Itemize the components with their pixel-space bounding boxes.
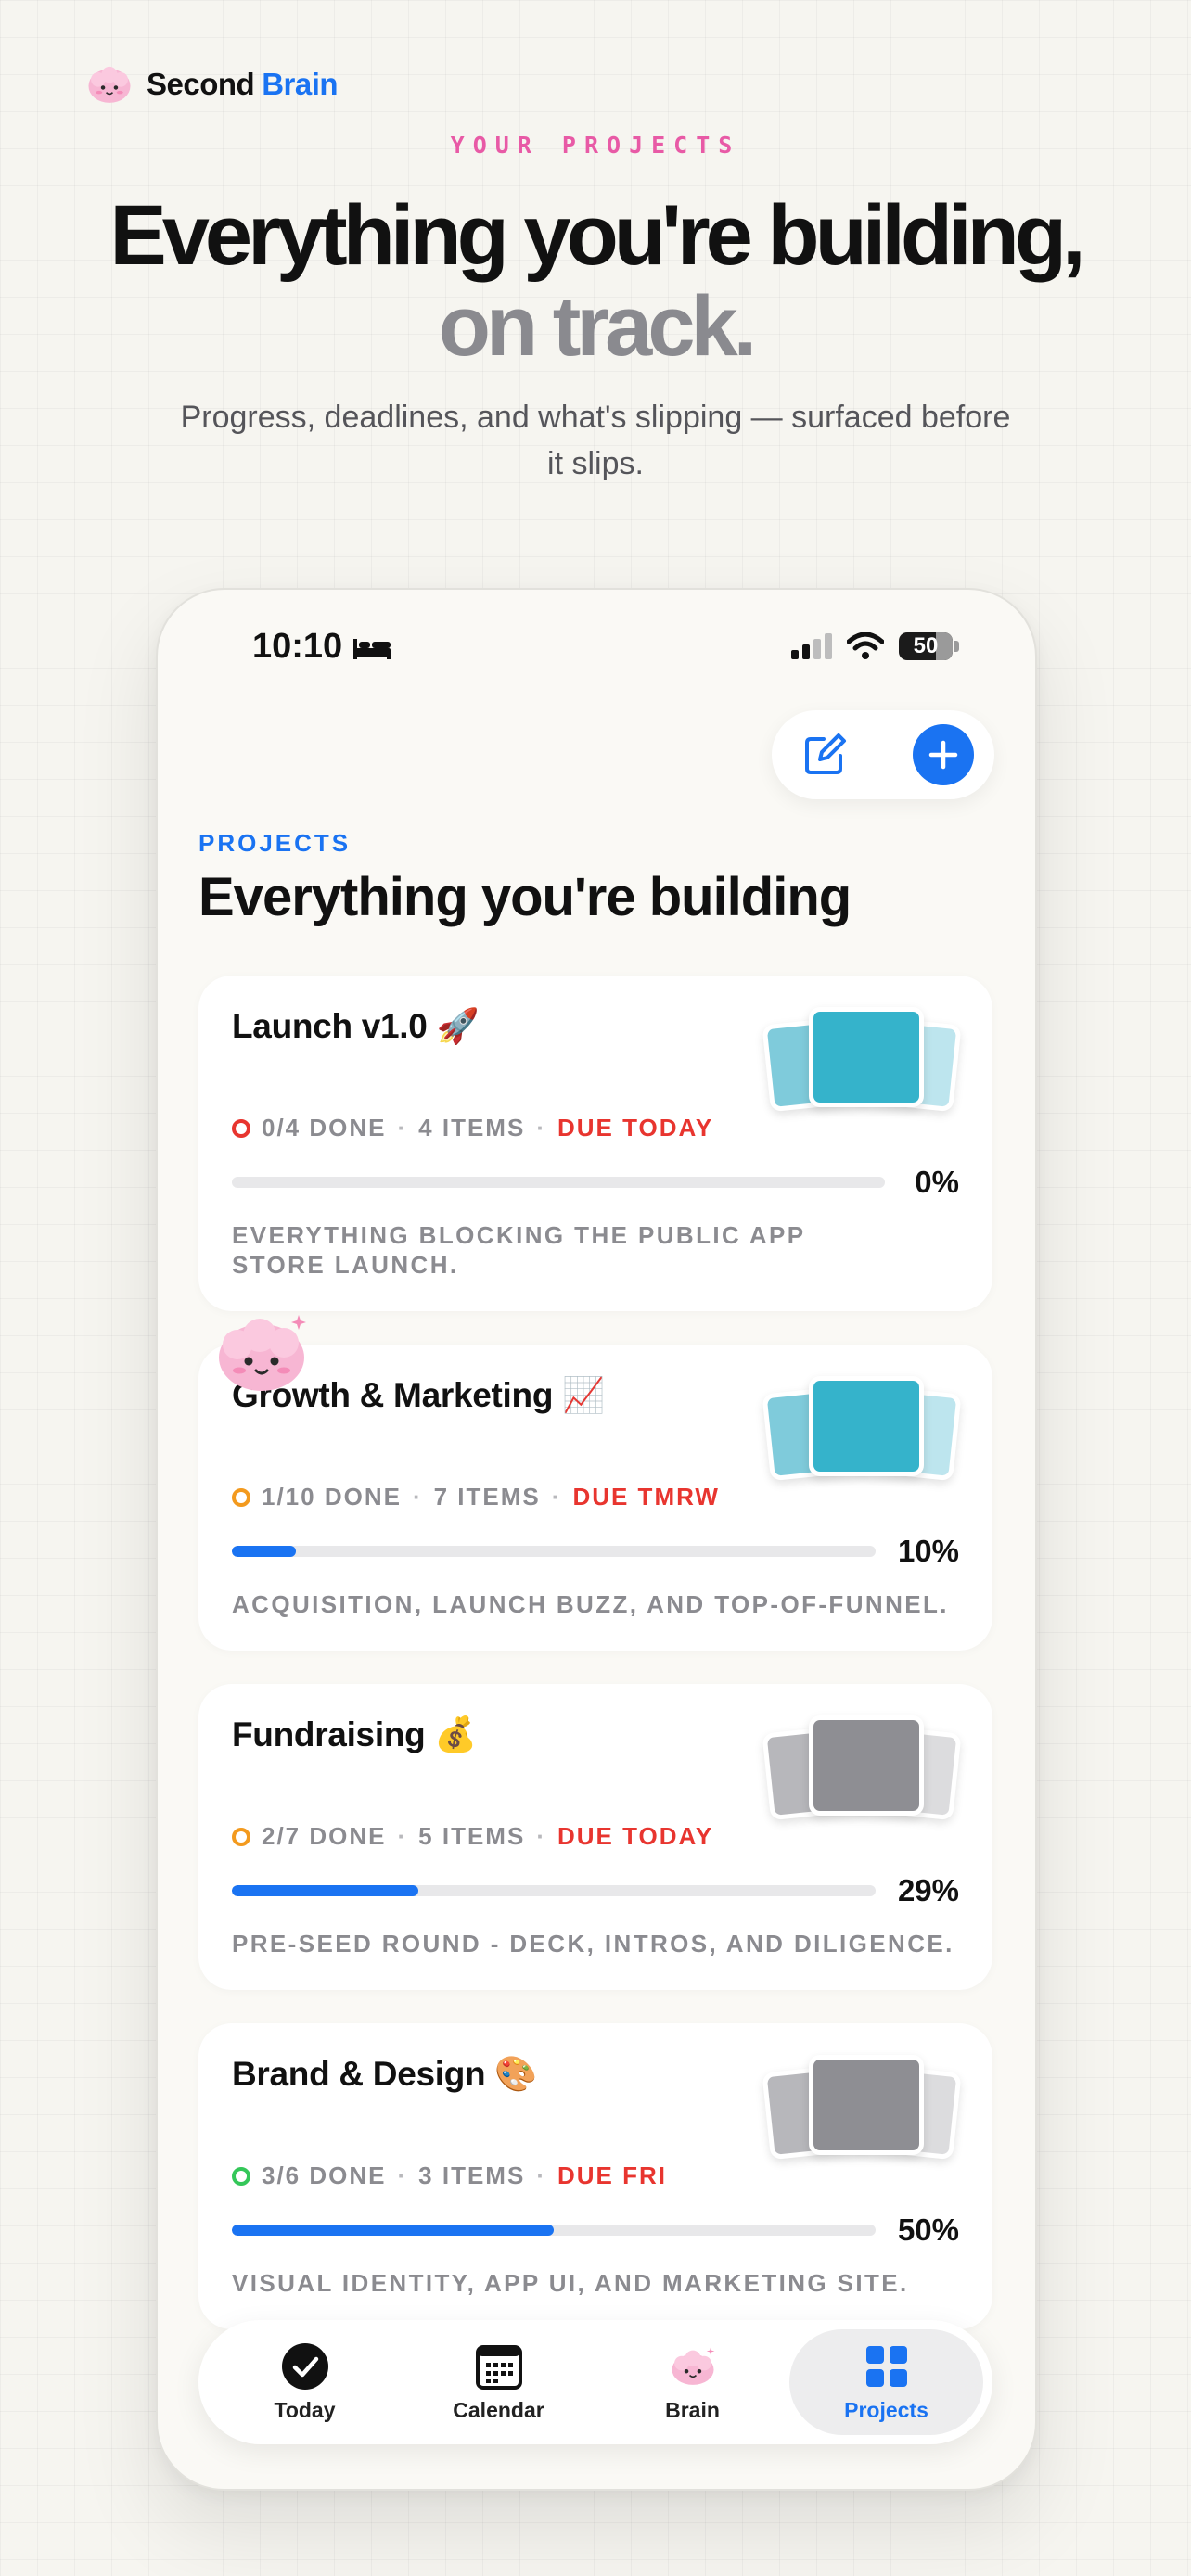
bed-icon xyxy=(353,638,391,659)
brand-name: Second Brain xyxy=(147,67,339,101)
project-card[interactable]: Fundraising 💰 2/7 DONE · 5 ITEMS · DUE T… xyxy=(198,1684,992,1990)
separator-dot: · xyxy=(397,1822,408,1850)
brain-mascot-icon xyxy=(219,1315,306,1391)
progress-row: 50% xyxy=(232,2213,959,2248)
item-count: 3 ITEMS xyxy=(418,2162,526,2189)
project-list: Launch v1.0 🚀 0/4 DONE · 4 ITEMS · DUE T… xyxy=(198,976,992,2363)
folder-stack-icon xyxy=(759,2055,965,2161)
battery-icon: 50 xyxy=(899,632,959,660)
status-indicators: 50 xyxy=(791,632,959,660)
separator-dot: · xyxy=(536,2162,546,2189)
project-description: ACQUISITION, LAUNCH BUZZ, AND TOP-OF-FUN… xyxy=(232,1590,949,1618)
tab-brain[interactable]: Brain xyxy=(596,2329,789,2435)
progress-percent: 29% xyxy=(897,1873,959,1907)
action-pill xyxy=(772,710,994,799)
brain-mascot-icon xyxy=(88,66,131,103)
hero-eyebrow: YOUR PROJECTS xyxy=(450,132,741,159)
tab-label: Calendar xyxy=(453,2397,544,2422)
due-badge: DUE TODAY xyxy=(557,1822,714,1850)
due-badge: DUE TMRW xyxy=(572,1483,720,1511)
signal-icon xyxy=(791,633,832,659)
progress-percent: 50% xyxy=(897,2213,959,2247)
done-count: 0/4 DONE xyxy=(262,1114,387,1141)
project-description: EVERYTHING BLOCKING THE PUBLIC APP STORE… xyxy=(232,1221,806,1279)
status-ring-icon xyxy=(232,2166,250,2186)
tab-projects[interactable]: Projects xyxy=(789,2329,983,2435)
compose-icon xyxy=(805,733,846,774)
progress-percent: 0% xyxy=(915,1165,959,1199)
progress-row: 0% xyxy=(232,1165,959,1200)
project-meta: 2/7 DONE · 5 ITEMS · DUE TODAY xyxy=(232,1822,959,1851)
separator-dot: · xyxy=(397,2162,408,2189)
phone-mockup: 10:10 50 PROJECTS Everything you're buil… xyxy=(156,588,1037,2491)
wifi-icon xyxy=(847,632,884,659)
project-card[interactable]: Launch v1.0 🚀 0/4 DONE · 4 ITEMS · DUE T… xyxy=(198,976,992,1311)
add-project-button[interactable] xyxy=(913,724,974,785)
progress-fill xyxy=(232,2225,554,2236)
tab-bar: Today Calendar Brain Projects xyxy=(198,2320,992,2444)
project-meta: 0/4 DONE · 4 ITEMS · DUE TODAY xyxy=(232,1114,959,1142)
project-description: VISUAL IDENTITY, APP UI, AND MARKETING S… xyxy=(232,2269,909,2297)
check-circle-icon xyxy=(281,2342,328,2390)
status-ring-icon xyxy=(232,1487,250,1507)
done-count: 1/10 DONE xyxy=(262,1483,402,1511)
hero-subtitle: Progress, deadlines, and what's slipping… xyxy=(180,400,1011,481)
section-eyebrow: PROJECTS xyxy=(198,829,352,857)
due-badge: DUE TODAY xyxy=(557,1114,714,1141)
project-description: PRE-SEED ROUND - DECK, INTROS, AND DILIG… xyxy=(232,1930,954,1958)
folder-stack-icon xyxy=(759,1007,965,1113)
tab-label: Projects xyxy=(844,2397,928,2422)
hero-title-line1: Everything you're building, xyxy=(109,188,1085,283)
tab-today[interactable]: Today xyxy=(208,2329,402,2435)
section-title: Everything you're building xyxy=(198,867,852,927)
progress-row: 10% xyxy=(232,1534,959,1569)
progress-track xyxy=(232,1885,876,1896)
due-badge: DUE FRI xyxy=(557,2162,667,2189)
separator-dot: · xyxy=(412,1483,423,1511)
project-card[interactable]: Brand & Design 🎨 3/6 DONE · 3 ITEMS · DU… xyxy=(198,2023,992,2329)
done-count: 3/6 DONE xyxy=(262,2162,387,2189)
separator-dot: · xyxy=(536,1114,546,1141)
compose-button[interactable] xyxy=(800,730,850,780)
tab-label: Today xyxy=(274,2397,336,2422)
progress-fill xyxy=(232,1885,419,1896)
item-count: 5 ITEMS xyxy=(418,1822,526,1850)
progress-fill xyxy=(232,1546,297,1557)
separator-dot: · xyxy=(551,1483,562,1511)
project-meta: 3/6 DONE · 3 ITEMS · DUE FRI xyxy=(232,2162,959,2190)
status-time: 10:10 xyxy=(252,627,392,667)
separator-dot: · xyxy=(536,1822,546,1850)
separator-dot: · xyxy=(397,1114,408,1141)
item-count: 4 ITEMS xyxy=(418,1114,526,1141)
done-count: 2/7 DONE xyxy=(262,1822,387,1850)
progress-row: 29% xyxy=(232,1873,959,1908)
brain-mascot-icon xyxy=(671,2346,714,2385)
progress-track xyxy=(232,2225,876,2236)
status-ring-icon xyxy=(232,1118,250,1138)
plus-icon xyxy=(928,740,958,770)
brand: Second Brain xyxy=(85,63,339,106)
hero-title-line2: on track. xyxy=(438,279,757,374)
folder-stack-icon xyxy=(759,1376,965,1482)
tab-label: Brain xyxy=(665,2397,720,2422)
tab-calendar[interactable]: Calendar xyxy=(402,2329,596,2435)
project-meta: 1/10 DONE · 7 ITEMS · DUE TMRW xyxy=(232,1483,959,1511)
folder-stack-icon xyxy=(759,1715,965,1821)
item-count: 7 ITEMS xyxy=(433,1483,541,1511)
progress-percent: 10% xyxy=(897,1534,959,1568)
progress-track xyxy=(232,1546,876,1557)
hero-title: Everything you're building, on track. xyxy=(0,190,1191,372)
calendar-icon xyxy=(475,2344,522,2390)
progress-track xyxy=(232,1177,885,1188)
grid-icon xyxy=(865,2345,907,2387)
project-card[interactable]: Growth & Marketing 📈 1/10 DONE · 7 ITEMS… xyxy=(198,1345,992,1651)
status-ring-icon xyxy=(232,1827,250,1846)
